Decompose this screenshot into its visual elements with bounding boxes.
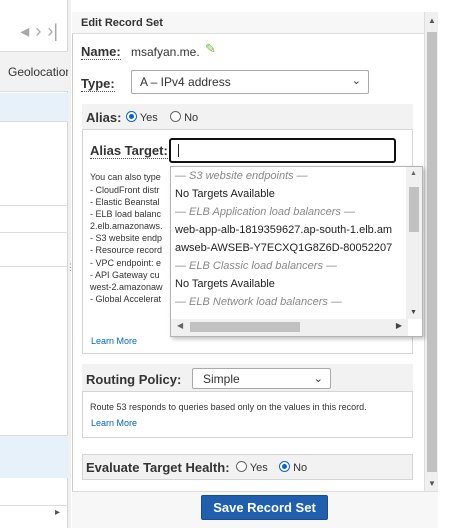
dropdown-group-header: — ELB Classic load balancers — [175, 260, 338, 272]
type-select-value: A – IPv4 address [140, 75, 231, 89]
record-list-pane: ◂ › ›| Geolocation ▸ [0, 0, 68, 528]
alias-learn-more-link[interactable]: Learn More [91, 336, 137, 346]
dropdown-horizontal-scrollbar[interactable]: ◀ ▶ [171, 319, 408, 336]
alias-target-label: Alias Target: [90, 143, 168, 159]
dropdown-options: — S3 website endpoints — No Targets Avail… [171, 167, 405, 319]
scrollbar-thumb[interactable] [190, 322, 300, 332]
alias-no-radio[interactable]: No [170, 111, 198, 124]
alias-help-item: - ELB load balanc [90, 209, 162, 220]
alias-target-dropdown[interactable]: — S3 website endpoints — No Targets Avail… [170, 166, 423, 337]
dropdown-group-header: — ELB Application load balancers — [175, 206, 355, 218]
horizontal-scrollbar[interactable]: ▸ [0, 505, 68, 521]
type-label: Type: [81, 76, 115, 92]
panel-title: Edit Record Set [72, 12, 424, 34]
alias-target-input[interactable] [169, 138, 396, 163]
radio-unselected-icon[interactable] [236, 461, 247, 472]
evaluate-no-radio[interactable]: No [279, 461, 307, 474]
row-divider [0, 121, 68, 122]
alias-help-item: - Elastic Beanstal [90, 197, 160, 208]
routing-policy-select[interactable]: Simple ⌄ [192, 368, 331, 389]
previous-page-icon[interactable]: ◂ [20, 21, 29, 42]
dropdown-option[interactable]: No Targets Available [171, 275, 405, 293]
row-divider [0, 266, 68, 267]
row-divider [0, 232, 68, 233]
scrollbar-thumb[interactable] [409, 187, 419, 232]
evaluate-yes-radio[interactable]: Yes [236, 461, 268, 474]
text-caret [178, 144, 179, 157]
name-label: Name: [81, 44, 121, 60]
row-divider [0, 205, 68, 206]
alias-help-item: - VPC endpoint: e [90, 257, 162, 268]
radio-unselected-icon[interactable] [170, 111, 181, 122]
scroll-up-icon[interactable]: ▲ [410, 170, 417, 177]
alias-help-item: - S3 website endp [90, 233, 163, 244]
scroll-left-icon[interactable]: ◀ [177, 321, 183, 330]
alias-help-intro: You can also type [90, 172, 161, 182]
routing-policy-label: Routing Policy: [86, 372, 182, 387]
alias-help-item: - Global Accelerat [90, 293, 162, 304]
alias-help-item: west-2.amazonaw [90, 281, 163, 292]
alias-help-item: - CloudFront distr [90, 185, 160, 195]
scroll-down-icon[interactable]: ▼ [428, 479, 436, 488]
scrollbar-thumb[interactable] [427, 32, 437, 472]
alias-help-list: - CloudFront distr - Elastic Beanstal - EL… [90, 184, 170, 305]
alias-help-item: - Resource record [90, 245, 163, 256]
type-select[interactable]: A – IPv4 address ⌄ [131, 70, 369, 94]
chevron-down-icon: ⌄ [313, 373, 323, 385]
dropdown-option[interactable]: No Targets Available [171, 185, 405, 203]
alias-yes-label: Yes [139, 112, 158, 124]
next-page-icon[interactable]: › [35, 21, 41, 42]
dropdown-vertical-scrollbar[interactable]: ▲ ▼ [406, 167, 422, 319]
routing-policy-value: Simple [203, 372, 240, 386]
routing-description: Route 53 responds to queries based only … [90, 402, 367, 412]
dropdown-group-header: — S3 website endpoints — [175, 170, 308, 182]
scroll-up-icon[interactable]: ▲ [428, 16, 436, 25]
chevron-down-icon: ⌄ [351, 75, 361, 87]
scroll-down-icon[interactable]: ▼ [410, 309, 417, 316]
alias-yes-radio[interactable]: Yes [126, 111, 158, 124]
column-header-geolocation[interactable]: Geolocation [0, 51, 68, 92]
alias-no-label: No [184, 112, 199, 124]
scroll-right-icon[interactable]: ▶ [396, 321, 402, 330]
radio-selected-icon[interactable] [279, 461, 290, 472]
dropdown-option[interactable]: web-app-alb-1819359627.ap-south-1.elb.am [171, 221, 405, 239]
scroll-right-icon[interactable]: ▸ [55, 507, 60, 518]
highlighted-record-row[interactable] [0, 436, 68, 478]
alias-label: Alias: [86, 110, 122, 125]
panel-vertical-scrollbar[interactable]: ▲ ▼ [424, 12, 438, 491]
save-record-set-button[interactable]: Save Record Set [201, 495, 328, 520]
alias-help-item: 2.elb.amazonaws. [90, 221, 163, 232]
evaluate-health-label: Evaluate Target Health: [86, 460, 230, 475]
pagination-nav: ◂ › ›| [0, 14, 68, 48]
pencil-icon[interactable]: ✎ [205, 41, 216, 57]
dropdown-group-header: — ELB Network load balancers — [175, 296, 342, 308]
selected-record-row[interactable] [0, 93, 68, 121]
radio-selected-icon[interactable] [126, 111, 137, 122]
evaluate-no-label: No [293, 462, 308, 474]
name-value: msafyan.me. [131, 45, 200, 59]
evaluate-yes-label: Yes [249, 462, 268, 474]
last-page-icon[interactable]: ›| [47, 21, 58, 42]
alias-help-item: - API Gateway cu [90, 269, 160, 280]
routing-learn-more-link[interactable]: Learn More [91, 418, 137, 428]
dropdown-option[interactable]: awseb-AWSEB-Y7ECXQ1G8Z6D-80052207 [171, 239, 405, 257]
